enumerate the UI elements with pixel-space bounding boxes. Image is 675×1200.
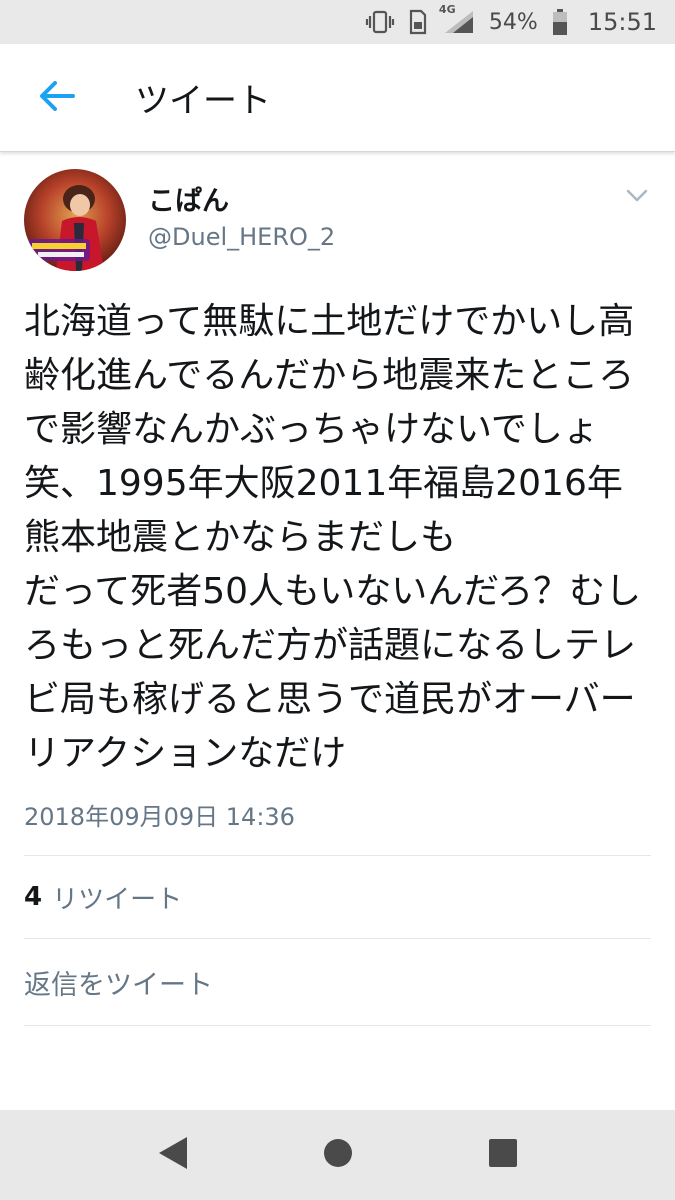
tweet-text: 北海道って無駄に土地だけでかいし高齢化進んでるんだから地震来たところで影響なんか… (24, 301, 642, 774)
battery-icon (552, 8, 568, 36)
circle-home-icon (322, 1137, 354, 1173)
signal-icon: 4G (439, 3, 475, 35)
author-display-name[interactable]: こぱん (148, 184, 335, 220)
square-recents-icon (488, 1138, 518, 1172)
tweet-author: こぱん @Duel_HERO_2 (24, 153, 651, 285)
vibrate-icon (365, 10, 395, 34)
clock: 15:51 (587, 8, 657, 36)
app-header: ツイート (0, 44, 675, 152)
page-title: ツイート (135, 81, 271, 121)
status-bar: 4G 54% 15:51 (0, 0, 675, 44)
author-handle[interactable]: @Duel_HERO_2 (148, 220, 335, 254)
chevron-down-icon (626, 188, 648, 207)
navigation-bar (0, 1110, 675, 1200)
tweet-timestamp[interactable]: 2018年09月09日 14:36 (24, 799, 651, 835)
nav-back-button[interactable] (143, 1125, 203, 1185)
nav-home-button[interactable] (308, 1125, 368, 1185)
retweet-count: 4 (24, 882, 43, 912)
retweet-stats[interactable]: 4 リツイート (24, 856, 651, 938)
network-type-label: 4G (438, 3, 456, 16)
arrow-left-icon (37, 79, 77, 117)
triangle-back-icon (157, 1135, 189, 1175)
reply-input[interactable]: 返信をツイート (24, 939, 651, 1025)
retweet-label: リツイート (52, 884, 183, 915)
divider (24, 1025, 651, 1026)
nav-recents-button[interactable] (473, 1125, 533, 1185)
back-button[interactable] (27, 68, 87, 128)
battery-percent: 54% (488, 9, 538, 35)
tweet-detail: こぱん @Duel_HERO_2 北海道って無駄に土地だけでかいし高齢化進んでる… (0, 153, 675, 1110)
tweet-menu-button[interactable] (623, 187, 651, 207)
avatar[interactable] (24, 169, 126, 271)
sim-icon (409, 9, 427, 35)
